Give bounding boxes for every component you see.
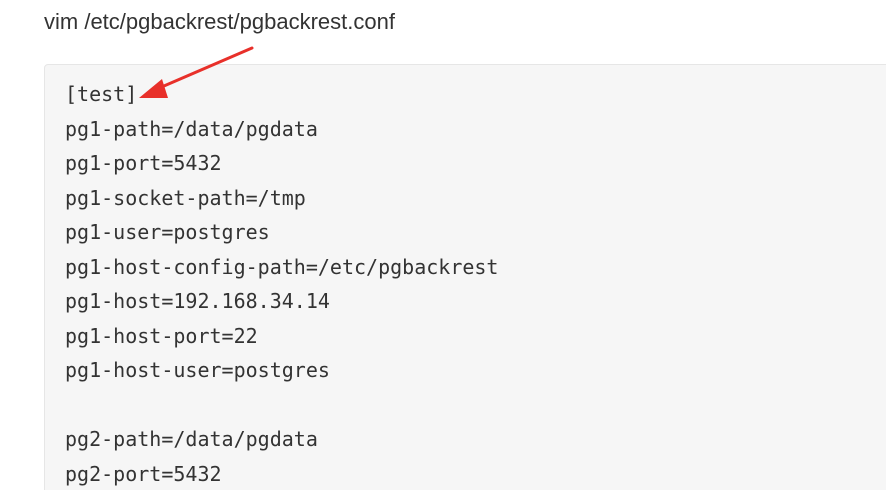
code-line: pg1-user=postgres bbox=[65, 220, 270, 244]
code-line: pg1-socket-path=/tmp bbox=[65, 185, 306, 210]
code-line: pg2-path=/data/pgdata bbox=[65, 427, 318, 451]
code-line-section-header: [test] bbox=[65, 82, 138, 106]
code-line: pg2-port=5432 bbox=[65, 461, 222, 486]
code-line: pg1-host-user=postgres bbox=[65, 358, 330, 382]
code-block: [test] pg1-path=/data/pgdata pg1-port=54… bbox=[44, 64, 886, 490]
code-lines: [test] pg1-path=/data/pgdata pg1-port=54… bbox=[65, 77, 498, 490]
code-line: pg1-path=/data/pgdata bbox=[65, 116, 318, 141]
command-text: vim /etc/pgbackrest/pgbackrest.conf bbox=[44, 9, 395, 34]
code-line: pg1-host-config-path=/etc/pgbackrest bbox=[65, 254, 499, 279]
code-line: pg1-host=192.168.34.14 bbox=[65, 289, 330, 313]
code-line-blank bbox=[65, 388, 498, 423]
code-line: pg1-port=5432 bbox=[65, 151, 222, 175]
code-line: pg1-host-port=22 bbox=[65, 323, 258, 348]
page: vim /etc/pgbackrest/pgbackrest.conf [tes… bbox=[0, 0, 886, 490]
